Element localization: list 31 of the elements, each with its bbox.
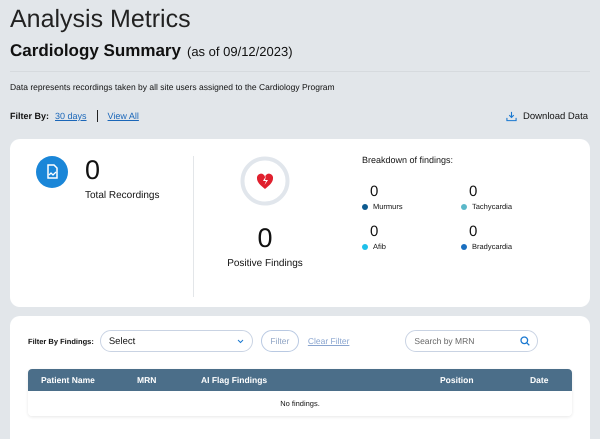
positive-findings-value: 0	[257, 224, 273, 252]
total-recordings-value: 0	[85, 156, 102, 184]
download-link[interactable]: Download Data	[523, 110, 588, 122]
breakdown-title: Breakdown of findings:	[362, 155, 454, 165]
finding-count: 0	[369, 184, 380, 200]
total-recordings-label: Total Recordings	[85, 190, 160, 201]
page-title: Analysis Metrics	[10, 4, 192, 34]
description-text: Data represents recordings taken by all site users assigned to the Cardiology Program	[10, 82, 336, 92]
column-header: Date	[530, 375, 550, 385]
finding-count: 0	[468, 184, 478, 200]
chevron-down-icon	[236, 338, 244, 344]
finding-count: 0	[369, 224, 380, 240]
clear-filter-link[interactable]: Clear Filter	[308, 336, 350, 346]
filter-link[interactable]: View All	[108, 111, 139, 121]
search-field[interactable]: Search by MRN	[405, 330, 538, 352]
finding-count: 0	[468, 224, 478, 240]
column-header: Position	[440, 375, 475, 385]
column-header: MRN	[137, 375, 158, 385]
filter-link[interactable]: 30 days	[55, 111, 87, 121]
findings-select[interactable]: Select	[100, 330, 253, 352]
filter-button[interactable]: Filter	[260, 330, 299, 352]
positive-findings-label: Positive Findings	[227, 258, 303, 269]
document-chart-icon	[36, 156, 68, 188]
download-icon[interactable]	[506, 110, 518, 122]
as-of-date: (as of 09/12/2023)	[187, 44, 293, 59]
heart-ring-icon	[240, 156, 290, 206]
column-header: Patient Name	[41, 375, 96, 385]
filter-label: Filter By:	[10, 111, 50, 121]
search-icon[interactable]	[520, 336, 530, 346]
column-header: AI Flag Findings	[201, 375, 268, 385]
section-title: Cardiology Summary	[10, 41, 181, 61]
